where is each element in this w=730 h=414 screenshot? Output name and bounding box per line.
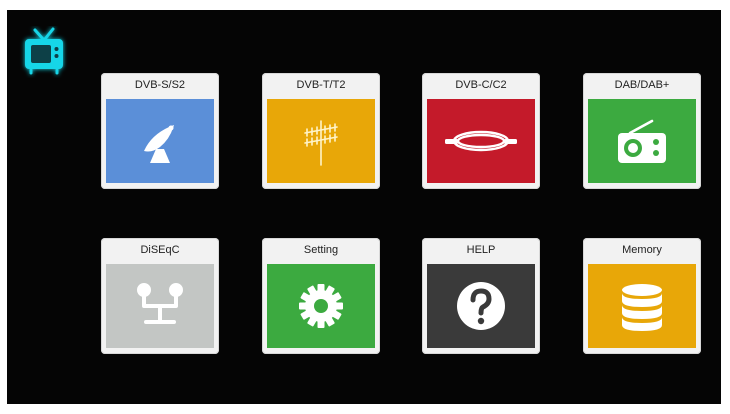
menu-tile-label: HELP <box>466 244 496 256</box>
menu-tile-panel <box>588 264 696 348</box>
satellite-dish-icon <box>144 125 174 163</box>
menu-tile-label: DVB-T/T2 <box>296 79 346 91</box>
question-icon <box>457 282 505 330</box>
menu-tile-panel <box>106 264 214 348</box>
menu-tile-panel <box>588 99 696 183</box>
tv-icon <box>17 26 69 78</box>
menu-tile-label: Memory <box>622 244 662 256</box>
menu-tile-diseqc[interactable]: DiSEqC <box>101 238 219 354</box>
menu-tile-panel <box>427 99 535 183</box>
database-icon <box>622 284 662 331</box>
radio-icon <box>618 119 666 163</box>
menu-tile-label: DVB-C/C2 <box>455 79 507 91</box>
menu-tile-label: DVB-S/S2 <box>134 79 186 91</box>
menu-tile-label: DiSEqC <box>140 244 180 256</box>
menu-tile-setting[interactable]: Setting <box>262 238 380 354</box>
menu-tile-label: Setting <box>303 244 339 256</box>
screen: DVB-S/S2 DVB-T/T2 DVB-C/C2 DAB/DAB+ DiSE… <box>0 0 730 414</box>
menu-tile-dvb-c[interactable]: DVB-C/C2 <box>422 73 540 189</box>
menu-tile-label: DAB/DAB+ <box>614 79 670 91</box>
diseqc-switch-icon <box>137 283 183 324</box>
menu-tile-dvb-t[interactable]: DVB-T/T2 <box>262 73 380 189</box>
menu-tile-panel <box>267 99 375 183</box>
menu-tile-panel <box>267 264 375 348</box>
menu-tile-panel <box>427 264 535 348</box>
menu-tile-help[interactable]: HELP <box>422 238 540 354</box>
gear-icon <box>299 284 343 328</box>
menu-tile-dvb-s[interactable]: DVB-S/S2 <box>101 73 219 189</box>
menu-tile-memory[interactable]: Memory <box>583 238 701 354</box>
cable-icon <box>445 130 517 152</box>
menu-tile-dab[interactable]: DAB/DAB+ <box>583 73 701 189</box>
antenna-icon <box>304 120 338 166</box>
menu-tile-panel <box>106 99 214 183</box>
